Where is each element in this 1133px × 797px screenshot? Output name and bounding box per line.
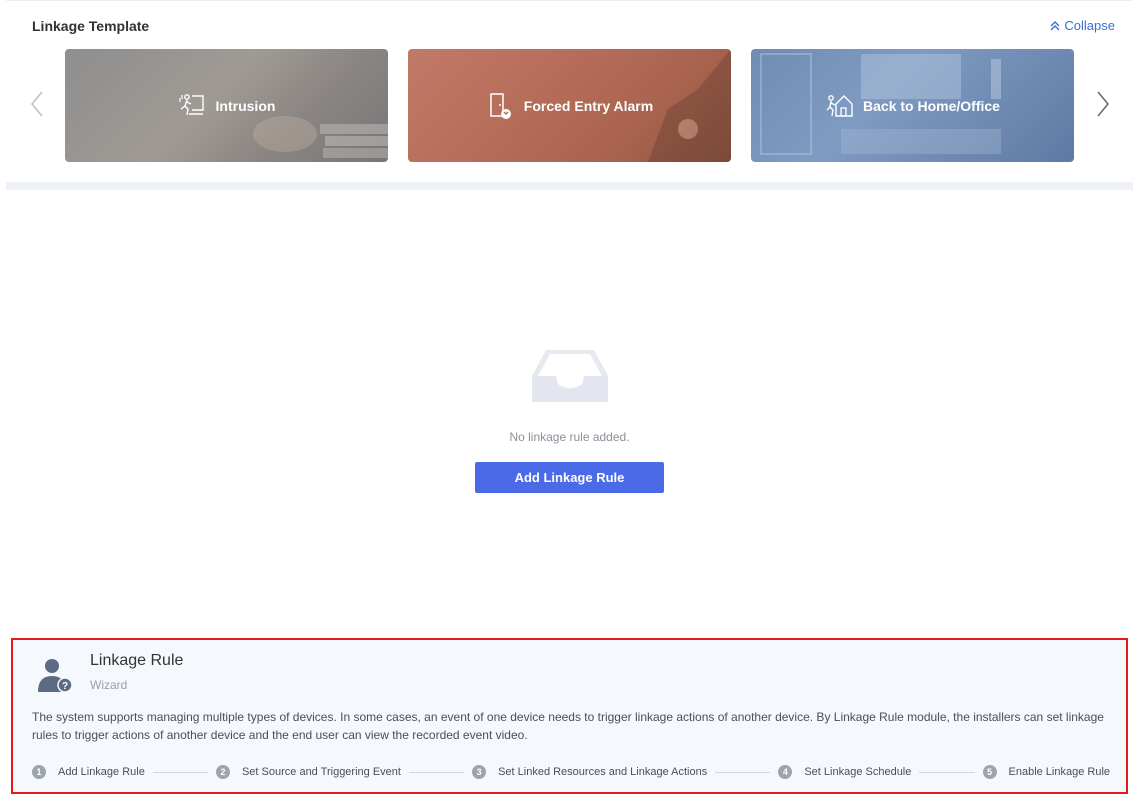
wizard-step: 2 Set Source and Triggering Event xyxy=(215,765,401,779)
user-help-avatar-icon: ? xyxy=(38,659,73,693)
wizard-title: Linkage Rule xyxy=(90,652,184,669)
collapse-label: Collapse xyxy=(1064,18,1115,33)
step-number: 2 xyxy=(215,765,230,779)
svg-text:?: ? xyxy=(62,681,68,692)
collapse-button[interactable]: Collapse xyxy=(1050,18,1115,33)
empty-state: No linkage rule added. Add Linkage Rule xyxy=(6,190,1133,632)
section-divider xyxy=(6,182,1133,190)
template-card-intrusion[interactable]: Intrusion xyxy=(65,49,388,162)
step-connector xyxy=(919,771,975,773)
step-number: 3 xyxy=(472,765,487,779)
step-label: Add Linkage Rule xyxy=(58,766,145,778)
template-card-forced-entry-alarm[interactable]: Forced Entry Alarm xyxy=(408,49,731,162)
step-label: Set Source and Triggering Event xyxy=(241,766,401,778)
empty-inbox-icon xyxy=(532,350,608,402)
section-title: Linkage Template xyxy=(32,18,150,34)
linkage-template-section: Linkage Template Collapse Intrusion Forc… xyxy=(6,0,1133,182)
wizard-step: 5 Enable Linkage Rule xyxy=(982,765,1111,779)
home-icon xyxy=(826,94,853,117)
step-connector xyxy=(152,771,208,773)
card-label: Forced Entry Alarm xyxy=(523,97,654,114)
wizard-step: 4 Set Linkage Schedule xyxy=(778,765,911,779)
step-label: Set Linked Resources and Linkage Actions xyxy=(498,766,708,778)
step-number: 5 xyxy=(982,765,997,779)
wizard-steps: 1 Add Linkage Rule 2 Set Source and Trig… xyxy=(32,764,1110,780)
step-connector xyxy=(715,771,771,773)
step-number: 4 xyxy=(778,765,793,779)
wizard-step: 1 Add Linkage Rule xyxy=(32,765,145,779)
empty-message: No linkage rule added. xyxy=(509,430,630,444)
wizard-description: The system supports managing multiple ty… xyxy=(32,710,1104,742)
step-number: 1 xyxy=(32,765,46,779)
wizard-subtitle: Wizard xyxy=(90,678,128,692)
forced-entry-icon xyxy=(490,92,511,119)
wizard-step: 3 Set Linked Resources and Linkage Actio… xyxy=(472,765,707,779)
intrusion-icon xyxy=(178,93,204,115)
add-linkage-rule-button[interactable]: Add Linkage Rule xyxy=(475,462,664,493)
card-label: Intrusion xyxy=(215,97,276,114)
template-card-back-to-home-office[interactable]: Back to Home/Office xyxy=(751,49,1074,162)
step-label: Set Linkage Schedule xyxy=(804,766,912,778)
chevron-right-icon[interactable] xyxy=(1096,91,1110,117)
linkage-rule-wizard: ? Linkage Rule Wizard The system support… xyxy=(11,638,1128,794)
card-label: Back to Home/Office xyxy=(863,97,1000,114)
step-label: Enable Linkage Rule xyxy=(1008,766,1111,778)
step-connector xyxy=(408,771,465,773)
chevron-left-icon[interactable] xyxy=(30,91,44,117)
double-chevron-up-icon xyxy=(1050,20,1060,30)
